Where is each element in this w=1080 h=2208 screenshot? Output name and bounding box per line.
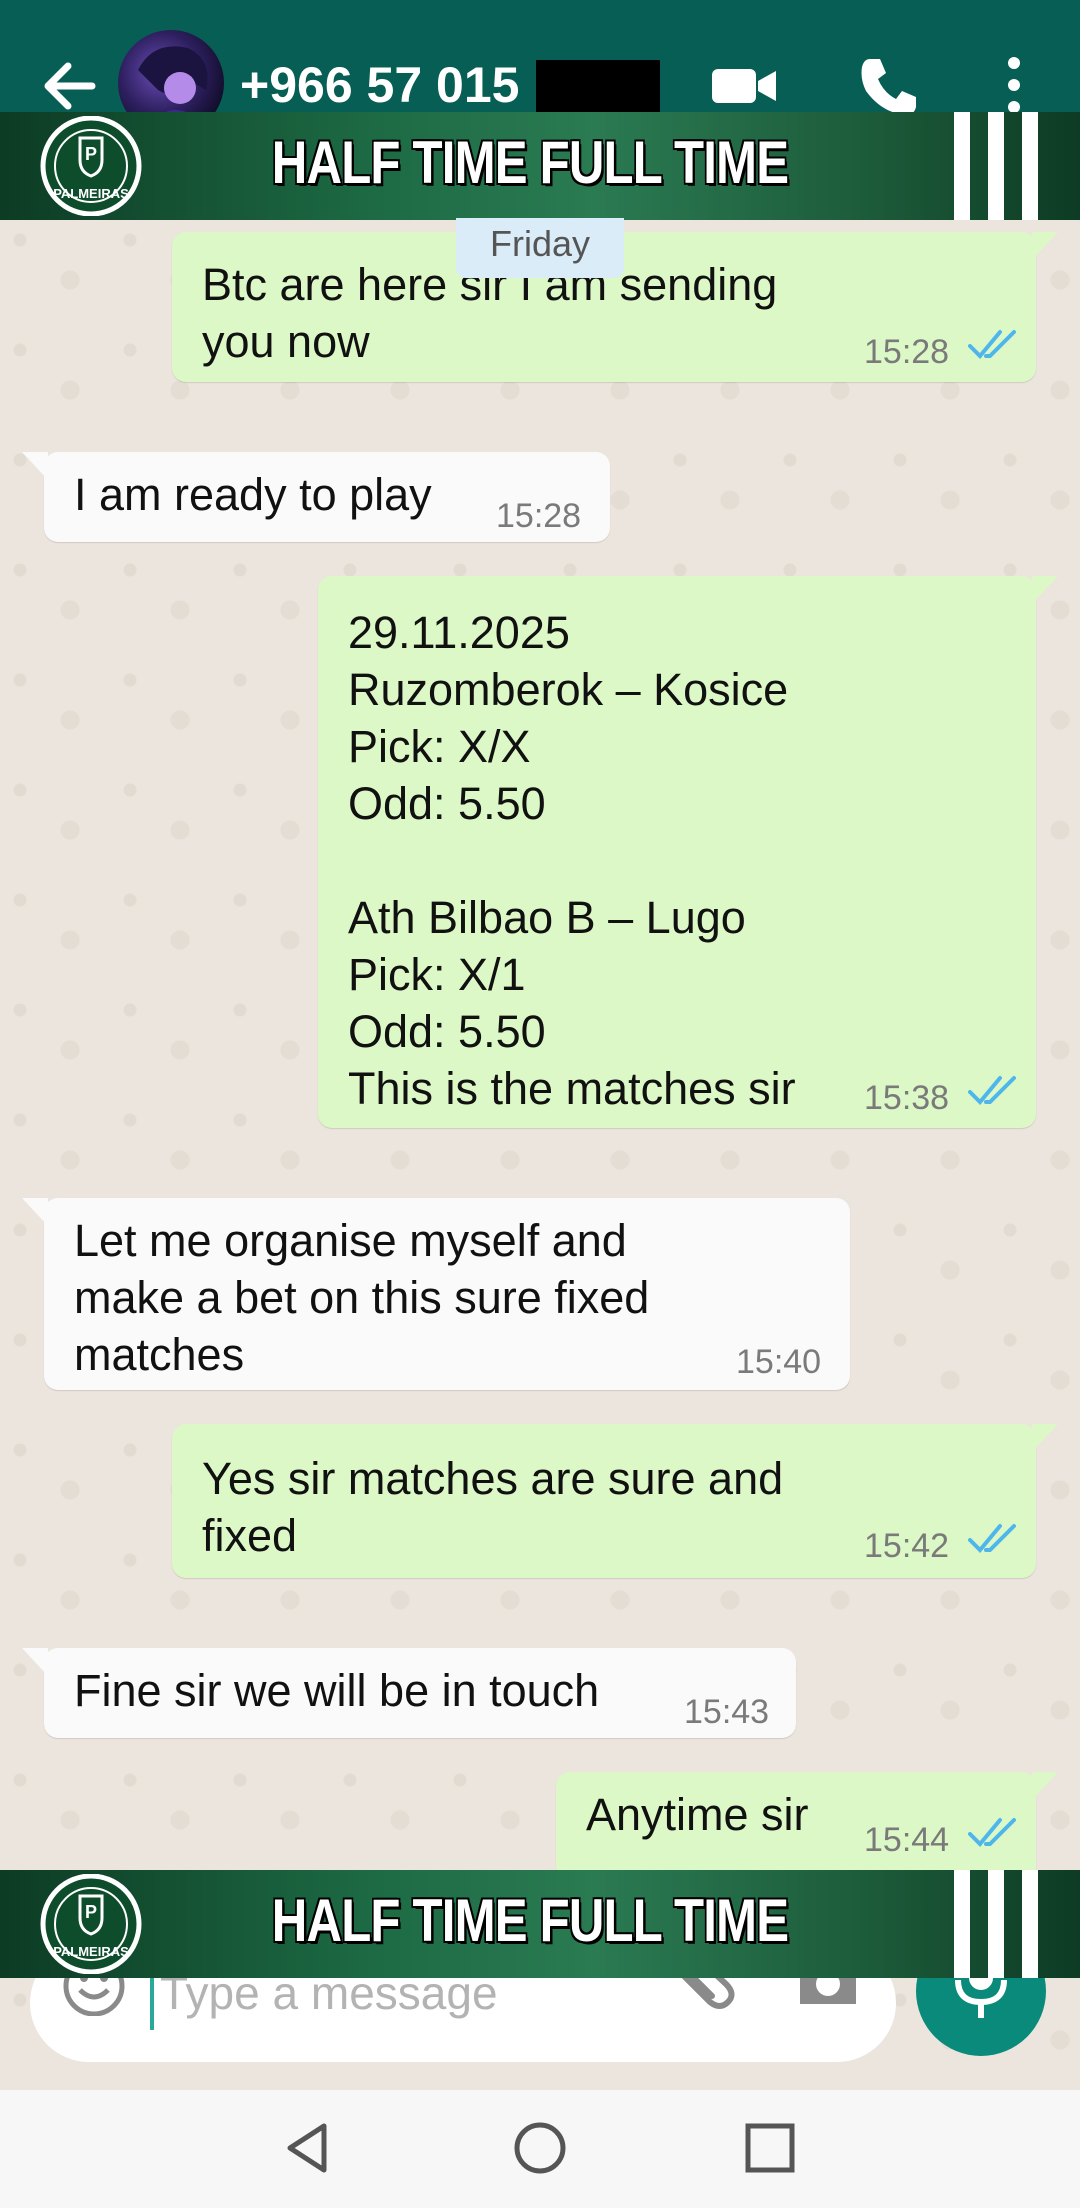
more-options-button[interactable]: [996, 55, 1032, 120]
message-text: Yes sir matches are sure and fixed: [202, 1453, 784, 1561]
contact-name[interactable]: +966 57 015: [240, 56, 519, 114]
message-text: I am ready to play: [74, 469, 432, 520]
phone-icon: [861, 59, 916, 115]
back-nav-icon[interactable]: [280, 2120, 336, 2176]
message-time: 15:42: [864, 1527, 950, 1565]
read-ticks-icon: [968, 330, 1016, 359]
read-ticks-icon: [968, 1076, 1016, 1105]
message-bubble-incoming[interactable]: I am ready to play 15:28: [22, 452, 610, 542]
top-banner: P PALMEIRAS HALF TIME FULL TIME: [0, 112, 1080, 220]
message-text: 29.11.2025 Ruzomberok – Kosice Pick: X/X…: [348, 607, 796, 1114]
message-text: Let me organise myself and make a bet on…: [74, 1215, 650, 1380]
banner-stripes: [954, 112, 1044, 220]
system-navigation-bar: [0, 2090, 1080, 2208]
home-nav-icon[interactable]: [512, 2120, 568, 2176]
message-bubble-outgoing[interactable]: 29.11.2025 Ruzomberok – Kosice Pick: X/X…: [318, 576, 1058, 1128]
back-button[interactable]: [40, 56, 110, 116]
message-time: 15:44: [864, 1821, 950, 1859]
message-bubble-outgoing[interactable]: Anytime sir 15:44: [556, 1772, 1058, 1882]
date-chip: Friday: [456, 218, 624, 278]
message-time: 15:28: [496, 497, 582, 535]
message-text: Anytime sir: [586, 1789, 809, 1840]
read-ticks-icon: [968, 1524, 1016, 1553]
message-time: 15:28: [864, 333, 950, 371]
banner-stripes: [954, 1870, 1044, 1978]
message-bubble-incoming[interactable]: Let me organise myself and make a bet on…: [22, 1198, 850, 1390]
message-time: 15:38: [864, 1079, 950, 1117]
video-call-icon: [712, 69, 776, 103]
banner-title: HALF TIME FULL TIME: [271, 1887, 789, 1954]
more-vert-icon: [1008, 57, 1020, 113]
chat-header: +966 57 015: [0, 0, 1080, 136]
message-bubble-outgoing[interactable]: Yes sir matches are sure and fixed 15:42: [172, 1424, 1058, 1578]
text-cursor: [150, 1974, 154, 2030]
banner-title: HALF TIME FULL TIME: [271, 129, 789, 196]
video-call-button[interactable]: [708, 55, 780, 120]
message-text: Fine sir we will be in touch: [74, 1665, 600, 1716]
back-arrow-icon: [44, 62, 96, 110]
recents-nav-icon[interactable]: [742, 2120, 798, 2176]
read-ticks-icon: [968, 1818, 1016, 1847]
message-time: 15:43: [684, 1693, 770, 1731]
redaction-box: [536, 60, 660, 112]
message-bubble-incoming[interactable]: Fine sir we will be in touch 15:43: [22, 1648, 796, 1738]
bottom-banner: P PALMEIRAS HALF TIME FULL TIME: [0, 1870, 1080, 1978]
message-time: 15:40: [736, 1343, 822, 1381]
